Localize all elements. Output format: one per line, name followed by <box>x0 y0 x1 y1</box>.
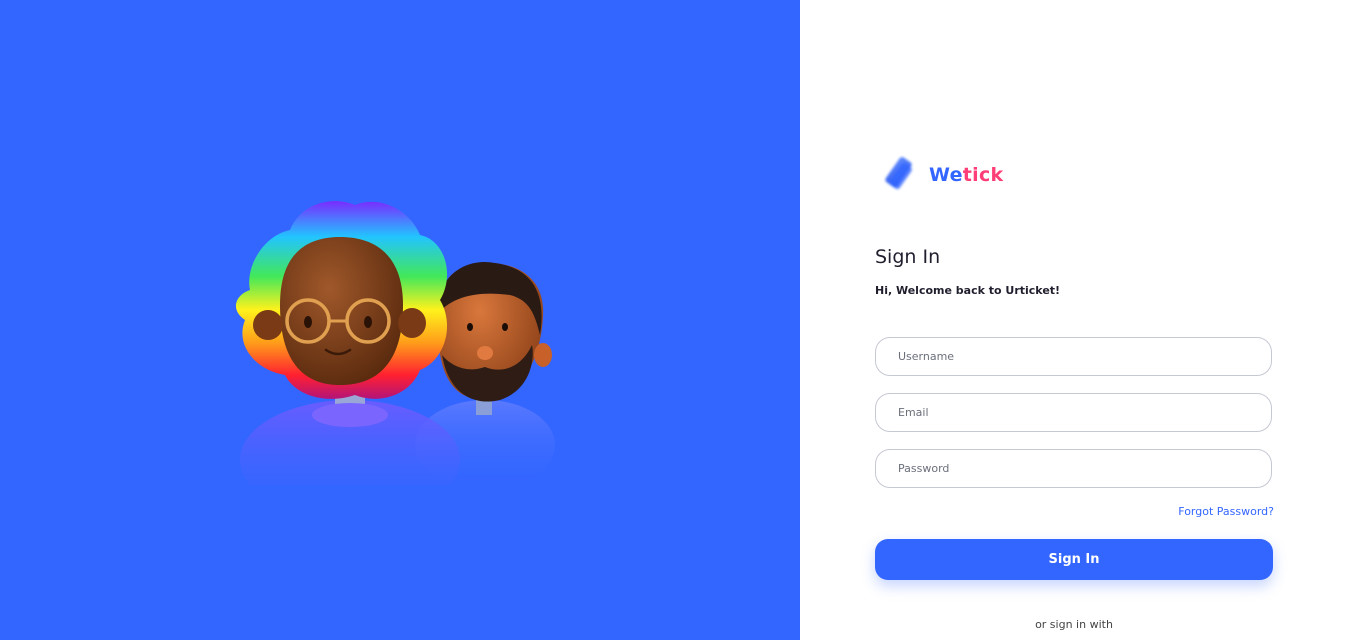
username-input[interactable] <box>876 338 1271 375</box>
email-field[interactable] <box>875 393 1272 432</box>
hero-panel <box>0 0 800 640</box>
password-field[interactable] <box>875 449 1272 488</box>
brand-name-part2: tick <box>962 164 1004 186</box>
forgot-password-link[interactable]: Forgot Password? <box>1178 505 1274 518</box>
welcome-subtitle: Hi, Welcome back to Urticket! <box>875 284 1061 297</box>
brand-logo[interactable]: Wetick <box>878 154 1003 196</box>
login-page: Wetick Sign In Hi, Welcome back to Urtic… <box>0 0 1347 640</box>
brand-name: Wetick <box>929 164 1003 186</box>
email-input[interactable] <box>876 394 1271 431</box>
avatars-illustration <box>235 201 555 485</box>
brand-name-part1: We <box>929 164 963 186</box>
page-title: Sign In <box>875 246 941 268</box>
alternate-signin-label: or sign in with <box>1035 618 1113 631</box>
username-field[interactable] <box>875 337 1272 376</box>
sign-in-button[interactable]: Sign In <box>875 539 1273 580</box>
password-input[interactable] <box>876 450 1271 487</box>
ticket-logo-icon <box>878 154 920 196</box>
